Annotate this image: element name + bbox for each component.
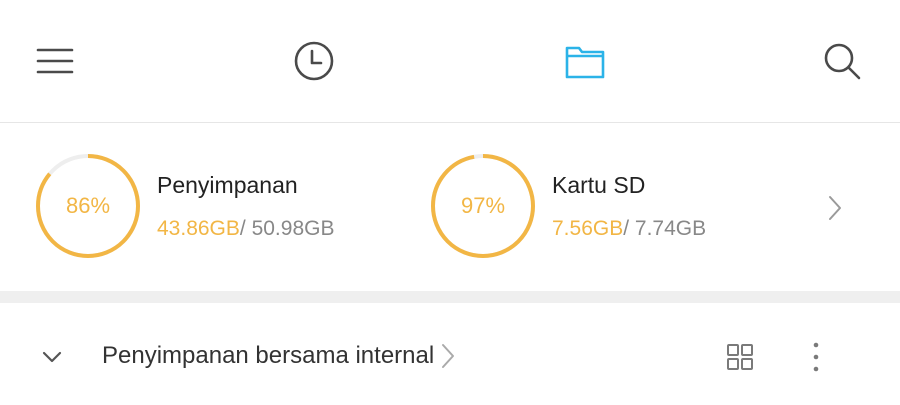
search-button[interactable] (810, 29, 874, 93)
more-vertical-icon (813, 342, 819, 372)
storage-usage: 7.56GB/ 7.74GB (552, 217, 706, 241)
used-space: 7.56GB (552, 217, 624, 240)
usage-ring: 97% (429, 152, 537, 260)
storage-name: Penyimpanan (157, 172, 298, 198)
usage-percent: 97% (460, 193, 506, 218)
used-space: 43.86GB (157, 217, 240, 240)
view-toggle-button[interactable] (722, 339, 758, 375)
breadcrumb[interactable]: Penyimpanan bersama internal (102, 339, 456, 373)
top-toolbar (0, 0, 900, 122)
menu-icon (36, 48, 74, 74)
grid-view-icon (727, 344, 753, 370)
file-manager-screen: 86% Penyimpanan 43.86GB/ 50.98GB 97% Kar… (0, 0, 900, 405)
storage-name: Kartu SD (552, 172, 646, 198)
storage-internal[interactable]: 86% Penyimpanan 43.86GB/ 50.98GB (34, 123, 394, 291)
expand-button[interactable] (36, 341, 68, 373)
location-label: Penyimpanan bersama internal (102, 342, 435, 369)
storage-sd-card[interactable]: 97% Kartu SD 7.56GB/ 7.74GB (429, 123, 789, 291)
search-icon (824, 43, 861, 80)
files-tab[interactable] (553, 29, 617, 93)
total-space: / 7.74GB (623, 217, 707, 240)
total-space: / 50.98GB (239, 217, 335, 240)
chevron-right-icon (440, 342, 456, 370)
storage-summary: 86% Penyimpanan 43.86GB/ 50.98GB 97% Kar… (0, 123, 900, 291)
clock-icon (294, 41, 334, 81)
storage-usage: 43.86GB/ 50.98GB (157, 217, 334, 241)
more-options-button[interactable] (800, 339, 832, 375)
section-separator (0, 291, 900, 303)
chevron-down-icon (42, 351, 62, 363)
menu-button[interactable] (23, 29, 87, 93)
location-bar: Penyimpanan bersama internal (0, 303, 900, 405)
chevron-right-icon (829, 196, 841, 220)
recent-tab[interactable] (282, 29, 346, 93)
usage-percent: 86% (65, 193, 111, 218)
storage-details-button[interactable] (820, 193, 850, 223)
usage-ring: 86% (34, 152, 142, 260)
folder-icon (565, 46, 605, 79)
